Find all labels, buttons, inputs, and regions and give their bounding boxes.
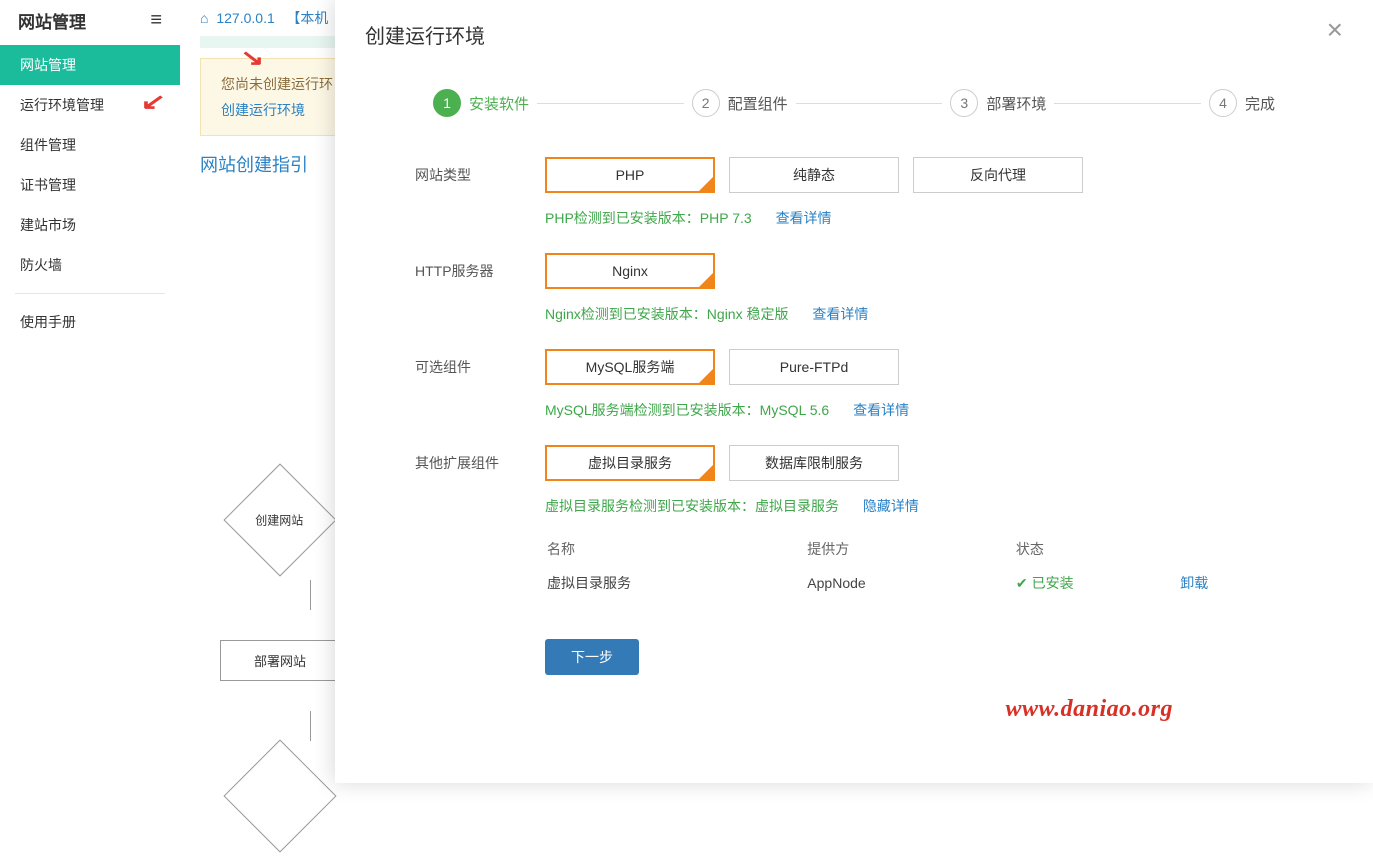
step-config[interactable]: 2 配置组件 (684, 89, 796, 117)
option-php[interactable]: PHP (545, 157, 715, 193)
sidebar-item-cert[interactable]: 证书管理 (0, 165, 180, 205)
label-optional: 可选组件 (415, 349, 545, 377)
uninstall-link[interactable]: 卸载 (1180, 575, 1208, 591)
th-status: 状态 (1016, 533, 1178, 565)
check-icon: ✔ (1016, 575, 1028, 591)
arrow-icon: ↘ (240, 45, 264, 71)
hide-detail-link[interactable]: 隐藏详情 (863, 498, 919, 514)
flow-diagram: 创建网站 部署网站 (220, 460, 340, 856)
create-env-modal: 创建运行环境 × 1 安装软件 2 配置组件 3 部署环境 4 完成 网站 (335, 0, 1373, 783)
divider (15, 293, 165, 294)
option-mysql[interactable]: MySQL服务端 (545, 349, 715, 385)
row-optional: 可选组件 MySQL服务端 Pure-FTPd MySQL服务端检测到已安装版本… (415, 349, 1293, 420)
cell-name: 虚拟目录服务 (547, 567, 805, 599)
diagram-node: 部署网站 (220, 640, 340, 681)
cell-status: ✔已安装 (1016, 567, 1178, 599)
next-button[interactable]: 下一步 (545, 639, 639, 675)
th-action (1180, 533, 1291, 565)
detail-link[interactable]: 查看详情 (776, 210, 832, 226)
row-extension: 其他扩展组件 虚拟目录服务 数据库限制服务 虚拟目录服务检测到已安装版本：虚拟目… (415, 445, 1293, 601)
label-site-type: 网站类型 (415, 157, 545, 185)
sidebar-header: 网站管理 ≡ (0, 0, 180, 45)
step-finish[interactable]: 4 完成 (1201, 89, 1283, 117)
th-provider: 提供方 (807, 533, 1014, 565)
detect-text: Nginx检测到已安装版本：Nginx 稳定版 (545, 306, 788, 322)
modal-title: 创建运行环境 (365, 20, 485, 49)
modal-header: 创建运行环境 × (335, 0, 1373, 49)
row-site-type: 网站类型 PHP 纯静态 反向代理 PHP检测到已安装版本：PHP 7.3 查看… (415, 157, 1293, 228)
sidebar-title: 网站管理 (18, 8, 86, 33)
sidebar-item-env-mgmt[interactable]: 运行环境管理 ↙ (0, 85, 180, 125)
arrow-icon: ↙ (140, 89, 166, 115)
label-extension: 其他扩展组件 (415, 445, 545, 473)
steps: 1 安装软件 2 配置组件 3 部署环境 4 完成 (425, 89, 1283, 117)
hamburger-icon[interactable]: ≡ (150, 9, 162, 32)
detail-link[interactable]: 查看详情 (812, 306, 868, 322)
option-nginx[interactable]: Nginx (545, 253, 715, 289)
step-install[interactable]: 1 安装软件 (425, 89, 537, 117)
option-vdir[interactable]: 虚拟目录服务 (545, 445, 715, 481)
detect-text: 虚拟目录服务检测到已安装版本：虚拟目录服务 (545, 498, 839, 514)
close-icon[interactable]: × (1327, 20, 1343, 40)
label-http-server: HTTP服务器 (415, 253, 545, 281)
watermark: www.daniao.org (1006, 696, 1174, 723)
extension-details-table: 名称 提供方 状态 虚拟目录服务 AppNode ✔已安装 卸载 (545, 531, 1293, 601)
detect-text: MySQL服务端检测到已安装版本：MySQL 5.6 (545, 402, 829, 418)
option-pureftpd[interactable]: Pure-FTPd (729, 349, 899, 385)
step-deploy[interactable]: 3 部署环境 (942, 89, 1054, 117)
option-proxy[interactable]: 反向代理 (913, 157, 1083, 193)
row-http-server: HTTP服务器 Nginx Nginx检测到已安装版本：Nginx 稳定版 查看… (415, 253, 1293, 324)
table-row: 虚拟目录服务 AppNode ✔已安装 卸载 (547, 567, 1291, 599)
home-icon[interactable]: ⌂ (200, 10, 208, 26)
detect-text: PHP检测到已安装版本：PHP 7.3 (545, 210, 752, 226)
sidebar-item-market[interactable]: 建站市场 (0, 205, 180, 245)
sidebar-item-firewall[interactable]: 防火墙 (0, 245, 180, 285)
option-static[interactable]: 纯静态 (729, 157, 899, 193)
cell-provider: AppNode (807, 567, 1014, 599)
diagram-node: 创建网站 (223, 463, 336, 576)
sidebar-item-site-mgmt[interactable]: 网站管理 (0, 45, 180, 85)
sidebar-item-manual[interactable]: 使用手册 (0, 302, 180, 342)
sidebar-item-component[interactable]: 组件管理 (0, 125, 180, 165)
diagram-node (223, 739, 336, 852)
detail-link[interactable]: 查看详情 (853, 402, 909, 418)
th-name: 名称 (547, 533, 805, 565)
option-dblimit[interactable]: 数据库限制服务 (729, 445, 899, 481)
modal-body: 1 安装软件 2 配置组件 3 部署环境 4 完成 网站类型 PHP 纯静 (335, 49, 1373, 695)
sidebar: 网站管理 ≡ 网站管理 运行环境管理 ↙ 组件管理 证书管理 建站市场 防火墙 … (0, 0, 180, 783)
